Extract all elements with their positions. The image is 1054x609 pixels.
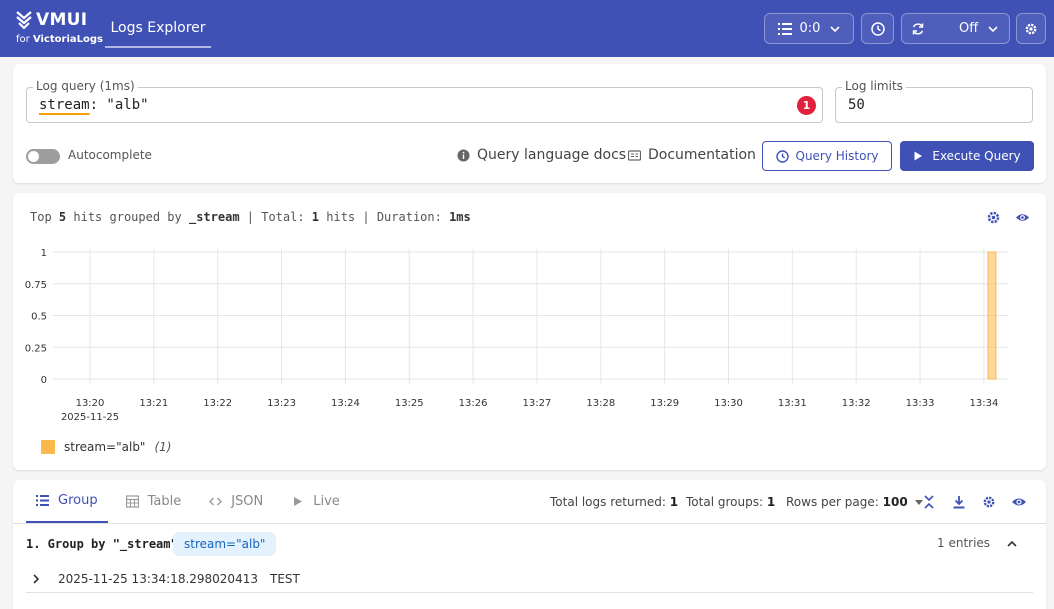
download-icon[interactable] [952, 495, 966, 509]
hits-chart-panel: Top 5 hits grouped by _stream | Total: 1… [13, 193, 1046, 470]
chart-legend-item[interactable]: stream="alb" (1) [41, 440, 171, 454]
x-tick-label: 13:31 [778, 398, 807, 409]
log-timestamp: 2025-11-25 13:34:18.298020413 [58, 571, 258, 586]
settings-button[interactable] [1016, 13, 1046, 44]
tenant-selector[interactable]: 0:0 [764, 13, 854, 44]
legend-swatch [41, 440, 55, 454]
x-tick-label: 13:28 [586, 398, 615, 409]
refresh-value: Off [959, 21, 979, 36]
eye-icon[interactable] [1011, 495, 1027, 509]
chevron-down-icon [988, 25, 998, 32]
log-query-input[interactable]: Log query (1ms) stream: "alb" 1 [26, 79, 823, 123]
query-language-docs-link[interactable]: Query language docs [457, 147, 626, 163]
log-message: TEST [269, 571, 300, 586]
play-icon [294, 497, 303, 506]
logs-panel: Group Table JSON Live Total logs returne… [13, 480, 1046, 609]
logs-divider [13, 523, 1046, 524]
autocomplete-toggle[interactable] [26, 149, 60, 164]
tab-table[interactable]: Table [116, 480, 192, 523]
total-logs-returned: Total logs returned: 1 [550, 495, 679, 509]
chevron-right-icon[interactable] [31, 573, 41, 584]
logo-subtitle: for VictoriaLogs [16, 34, 103, 45]
tab-logs-explorer[interactable]: Logs Explorer [105, 10, 211, 48]
gear-icon[interactable] [982, 495, 996, 509]
query-history-button[interactable]: Query History [762, 141, 892, 171]
table-icon [125, 495, 139, 508]
x-tick-label: 13:33 [906, 398, 935, 409]
list-icon [777, 22, 792, 35]
clock-icon [775, 149, 789, 163]
x-tick-label: 13:25 [395, 398, 424, 409]
query-panel: Log query (1ms) stream: "alb" 1 Log limi… [13, 64, 1046, 183]
play-icon [914, 151, 923, 161]
log-limits-value[interactable]: 50 [848, 97, 865, 113]
code-icon [209, 497, 223, 506]
x-tick-label: 13:20 [76, 398, 105, 409]
gear-icon[interactable] [986, 210, 1001, 225]
legend-count: (1) [154, 440, 172, 454]
query-error-badge[interactable]: 1 [797, 96, 816, 115]
x-tick-label: 13:34 [969, 398, 998, 409]
log-limits-label: Log limits [842, 79, 906, 93]
chevron-down-icon [830, 25, 841, 32]
log-query-label: Log query (1ms) [33, 79, 138, 93]
x-tick-label: 13:29 [650, 398, 679, 409]
x-date-label: 2025-11-25 [61, 412, 119, 423]
tab-group[interactable]: Group [26, 480, 108, 523]
clock-icon [870, 21, 885, 36]
x-tick-label: 13:27 [523, 398, 552, 409]
legend-label: stream="alb" [64, 440, 146, 454]
hits-bar [987, 251, 997, 380]
y-tick-label: 0.25 [25, 343, 47, 354]
x-tick-label: 13:32 [842, 398, 871, 409]
gear-icon [1025, 23, 1037, 34]
log-query-value[interactable]: stream: "alb" [39, 97, 149, 113]
x-tick-label: 13:21 [139, 398, 168, 409]
victoria-logo-icon [16, 11, 32, 29]
list-icon [36, 495, 49, 506]
x-tick-label: 13:22 [203, 398, 232, 409]
x-tick-label: 13:24 [331, 398, 360, 409]
auto-refresh-selector[interactable]: Off [901, 13, 1010, 44]
y-tick-label: 1 [41, 248, 47, 259]
app-header: VMUI for VictoriaLogs Logs Explorer 0:0 … [0, 0, 1054, 57]
hits-chart[interactable]: 1 0.75 0.5 0.25 0 13:20 13:21 13:22 13:23 13:24 13… [13, 233, 1046, 428]
y-tick-label: 0 [41, 375, 47, 386]
group-entries-count: 1 entries [937, 536, 991, 550]
chevron-up-icon[interactable] [1006, 538, 1018, 550]
vmui-logo[interactable]: VMUI for VictoriaLogs [16, 10, 103, 50]
info-icon [457, 149, 470, 161]
rows-per-page-selector[interactable]: Rows per page: 100 [786, 495, 923, 509]
tab-live[interactable]: Live [281, 480, 350, 523]
tab-json[interactable]: JSON [199, 480, 273, 523]
y-tick-label: 0.5 [31, 312, 47, 323]
log-limits-input[interactable]: Log limits 50 [835, 79, 1033, 123]
refresh-icon [912, 22, 924, 35]
x-tick-label: 13:30 [714, 398, 743, 409]
execute-query-button[interactable]: Execute Query [900, 141, 1034, 171]
x-tick-label: 13:26 [459, 398, 488, 409]
tenant-value: 0:0 [799, 21, 821, 36]
book-icon [628, 149, 641, 161]
group-stream-chip[interactable]: stream="alb" [173, 532, 277, 556]
documentation-link[interactable]: Documentation [628, 147, 756, 163]
group-title: 1. Group by "_stream": [26, 537, 185, 551]
y-tick-label: 0.75 [25, 280, 47, 291]
autocomplete-label: Autocomplete [68, 148, 152, 162]
log-row[interactable]: 2025-11-25 13:34:18.298020413 TEST [26, 565, 1033, 593]
logs-view-tabs: Group Table JSON Live [26, 480, 358, 523]
logo-name: VMUI [36, 10, 88, 30]
eye-icon[interactable] [1015, 210, 1030, 225]
total-groups: Total groups: 1 [686, 495, 776, 509]
hits-summary: Top 5 hits grouped by _stream | Total: 1… [30, 210, 471, 224]
time-range-button[interactable] [861, 13, 894, 44]
x-tick-label: 13:23 [267, 398, 296, 409]
collapse-all-icon[interactable] [922, 495, 936, 509]
